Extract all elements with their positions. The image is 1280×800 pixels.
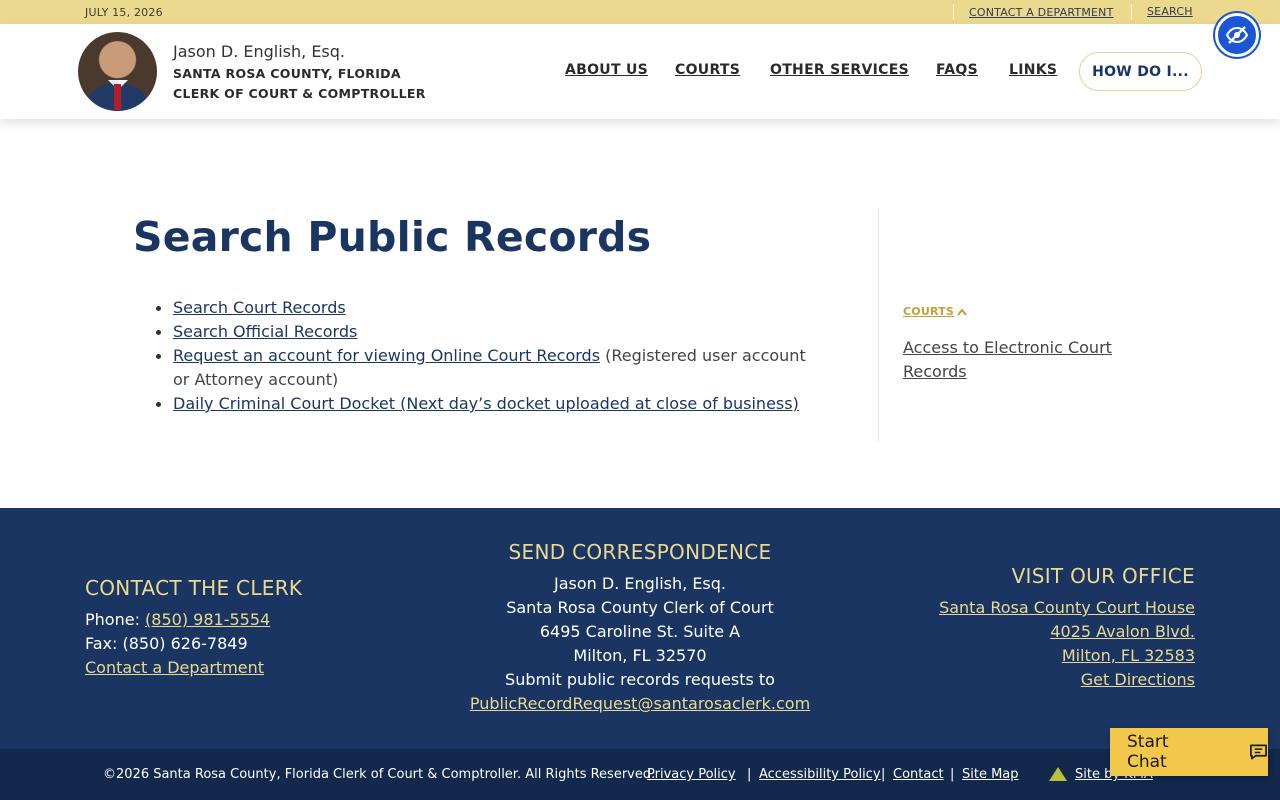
office-line: Santa Rosa County Court House [855, 596, 1195, 620]
correspondence-line: 6495 Caroline St. Suite A [539, 622, 741, 641]
copyright-text: ©2026 Santa Rosa County, Florida Clerk o… [103, 767, 656, 782]
nav-links[interactable]: LINKS [1009, 62, 1057, 78]
utility-bar: JULY 15, 2026 CONTACT A DEPARTMENT SEARC… [0, 0, 1280, 24]
privacy-policy-link[interactable]: Privacy Policy [647, 767, 736, 782]
nav-other-services[interactable]: OTHER SERVICES [770, 62, 909, 78]
fax-line: Fax: (850) 626-7849 [85, 634, 248, 653]
contact-link[interactable]: Contact [893, 767, 944, 782]
list-item: Daily Criminal Court Docket (Next day’s … [153, 392, 823, 416]
utility-search: SEARCH [1147, 0, 1193, 23]
address-link[interactable]: 4025 Avalon Blvd. [1050, 622, 1195, 641]
phone-link[interactable]: (850) 981-5554 [145, 610, 270, 629]
list-item: Request an account for viewing Online Co… [153, 344, 823, 392]
correspondence-line: Submit public records requests to [505, 670, 775, 689]
contact-department-link[interactable]: CONTACT A DEPARTMENT [969, 6, 1114, 19]
phone-label: Phone: [85, 610, 146, 629]
records-list: Search Court Records Search Official Rec… [153, 296, 823, 416]
nav-about-us[interactable]: ABOUT US [565, 62, 648, 78]
office-line: Milton, FL 32583 [855, 644, 1195, 668]
county-line[interactable]: SANTA ROSA COUNTY, FLORIDA [173, 66, 401, 81]
sidebar-heading: COURTS [903, 305, 954, 318]
link-separator: | [950, 767, 955, 782]
search-link[interactable]: SEARCH [1147, 5, 1193, 18]
current-date: JULY 15, 2026 [85, 6, 163, 19]
utility-divider [953, 4, 954, 20]
start-chat-button[interactable]: Start Chat [1110, 728, 1268, 776]
page-title: Search Public Records [133, 213, 652, 261]
records-request-email-link[interactable]: PublicRecordRequest@santarosaclerk.com [470, 694, 810, 713]
footer-contact-department-link[interactable]: Contact a Department [85, 656, 264, 680]
link-separator: | [881, 767, 886, 782]
office-heading: VISIT OUR OFFICE [1011, 564, 1195, 588]
chat-bubble-icon [1250, 744, 1267, 760]
utility-contact: CONTACT A DEPARTMENT [969, 0, 1114, 24]
accessibility-button[interactable] [1215, 13, 1259, 57]
office-line[interactable]: CLERK OF COURT & COMPTROLLER [173, 86, 426, 101]
site-map-link[interactable]: Site Map [962, 767, 1019, 782]
nav-courts[interactable]: COURTS [675, 62, 740, 78]
search-official-records-link[interactable]: Search Official Records [173, 322, 357, 341]
chevron-up-icon [957, 307, 967, 316]
city-link[interactable]: Milton, FL 32583 [1062, 646, 1195, 665]
eye-off-icon [1225, 26, 1249, 44]
correspondence-heading: SEND CORRESPONDENCE [508, 540, 772, 564]
copyright-bar: ©2026 Santa Rosa County, Florida Clerk o… [0, 749, 1280, 800]
site-footer: CONTACT THE CLERK Phone: (850) 981-5554 … [0, 508, 1280, 749]
directions-link[interactable]: Get Directions [1081, 670, 1195, 689]
list-item: Search Court Records [153, 296, 823, 320]
correspondence-line: Santa Rosa County Clerk of Court [506, 598, 774, 617]
portrait-tie [114, 84, 121, 110]
link-separator: | [747, 767, 752, 782]
search-court-records-link[interactable]: Search Court Records [173, 298, 346, 317]
office-line: 4025 Avalon Blvd. [855, 620, 1195, 644]
sidebar-courts-toggle[interactable]: COURTS [903, 305, 967, 318]
electronic-court-records-link[interactable]: Access to Electronic Court Records [903, 336, 1163, 384]
correspondence-line: Jason D. English, Esq. [554, 574, 726, 593]
how-do-i-button[interactable]: HOW DO I... [1079, 52, 1202, 91]
clerk-portrait[interactable] [78, 32, 157, 111]
site-header: Jason D. English, Esq. SANTA ROSA COUNTY… [0, 24, 1280, 119]
nav-faqs[interactable]: FAQS [936, 62, 978, 78]
phone-line: Phone: (850) 981-5554 [85, 608, 270, 632]
utility-divider [1131, 4, 1132, 20]
kma-logo-icon [1049, 767, 1067, 781]
clerk-name[interactable]: Jason D. English, Esq. [173, 42, 345, 61]
correspondence-line: Milton, FL 32570 [573, 646, 707, 665]
office-line: Get Directions [855, 668, 1195, 692]
email-line: PublicRecordRequest@santarosaclerk.com [440, 692, 840, 716]
sidebar-divider [878, 208, 879, 441]
courthouse-link[interactable]: Santa Rosa County Court House [939, 598, 1195, 617]
contact-heading: CONTACT THE CLERK [85, 576, 303, 600]
request-account-link[interactable]: Request an account for viewing Online Co… [173, 346, 600, 365]
chat-label: Start Chat [1127, 732, 1169, 772]
list-item: Search Official Records [153, 320, 823, 344]
criminal-docket-link[interactable]: Daily Criminal Court Docket (Next day’s … [173, 394, 799, 413]
accessibility-policy-link[interactable]: Accessibility Policy [759, 767, 881, 782]
